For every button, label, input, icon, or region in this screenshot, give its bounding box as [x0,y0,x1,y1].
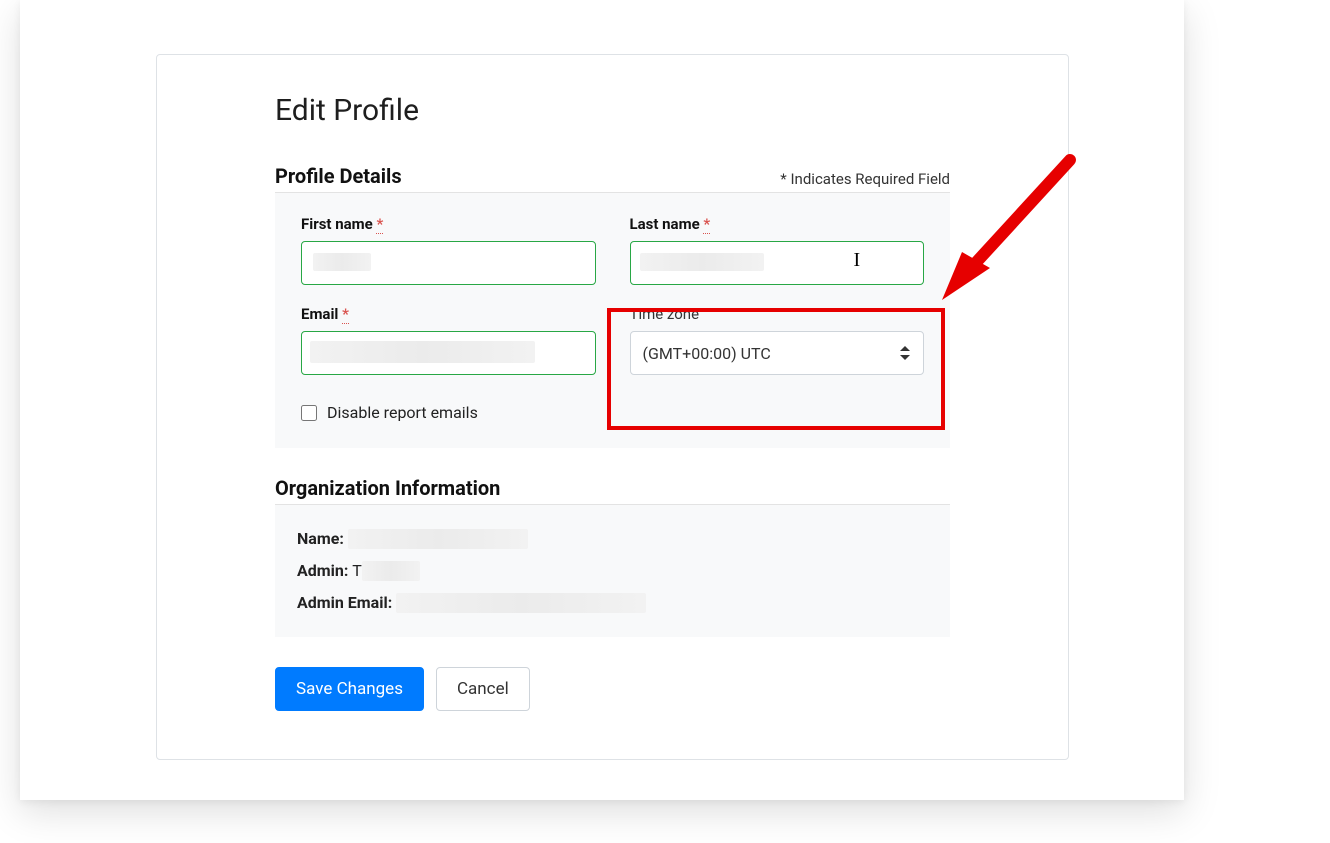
timezone-label: Time zone [630,305,925,323]
first-name-label: First name * [301,215,596,233]
first-name-input[interactable] [301,241,596,285]
org-info-heading: Organization Information [275,476,500,500]
edit-profile-card: Edit Profile Profile Details * Indicates… [156,54,1069,760]
timezone-select[interactable]: (GMT+00:00) UTC [630,331,925,375]
org-admin-email-label: Admin Email: [297,587,392,619]
redacted-value [348,529,528,549]
org-name-label: Name: [297,523,344,555]
org-info-panel: Name: Admin: T Admin Email: [275,505,950,637]
required-asterisk: * [703,215,710,234]
timezone-group: Time zone (GMT+00:00) UTC [630,305,925,375]
cancel-button[interactable]: Cancel [436,667,530,711]
save-button[interactable]: Save Changes [275,667,424,711]
page-container: Edit Profile Profile Details * Indicates… [20,0,1184,800]
last-name-label-text: Last name [630,215,700,233]
redacted-value [396,593,646,613]
first-name-label-text: First name [301,215,373,233]
last-name-group: Last name * I [630,215,925,285]
email-label-text: Email [301,305,338,323]
profile-details-panel: First name * Last name * [275,193,950,448]
required-field-note: * Indicates Required Field [780,170,950,188]
first-name-group: First name * [301,215,596,285]
required-asterisk: * [342,305,349,324]
redacted-value [362,561,420,581]
disable-reports-row: Disable report emails [301,403,924,422]
required-asterisk: * [376,215,383,234]
profile-details-header: Profile Details * Indicates Required Fie… [275,164,950,193]
org-admin-value: T [352,555,362,587]
button-row: Save Changes Cancel [275,667,950,711]
org-name-row: Name: [297,523,928,555]
email-label: Email * [301,305,596,323]
org-admin-email-row: Admin Email: [297,587,928,619]
email-group: Email * [301,305,596,375]
org-admin-row: Admin: T [297,555,928,587]
page-title: Edit Profile [275,93,950,128]
name-row: First name * Last name * [301,215,924,285]
disable-reports-label[interactable]: Disable report emails [327,403,478,422]
org-info-header: Organization Information [275,476,950,505]
last-name-label: Last name * [630,215,925,233]
last-name-input[interactable] [630,241,925,285]
profile-details-heading: Profile Details [275,164,402,188]
email-tz-row: Email * Time zone (GMT+00:00) UTC [301,305,924,375]
org-admin-label: Admin: [297,555,348,587]
email-input[interactable] [301,331,596,375]
disable-reports-checkbox[interactable] [301,405,317,421]
